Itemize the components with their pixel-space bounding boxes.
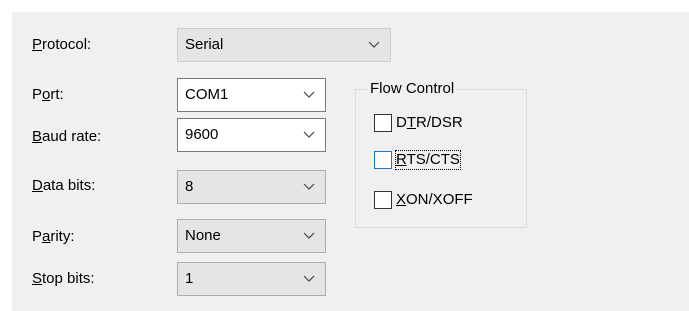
protocol-value: Serial <box>185 36 224 53</box>
parity-label: Parity: <box>32 228 75 245</box>
parity-dropdown[interactable]: None <box>177 219 326 253</box>
chevron-down-icon <box>303 232 315 239</box>
dtr-dsr-checkbox[interactable]: DTR/DSR <box>374 113 463 133</box>
xon-xoff-checkbox[interactable]: XON/XOFF <box>374 190 473 210</box>
stop-bits-dropdown[interactable]: 1 <box>177 262 326 296</box>
port-dropdown[interactable]: COM1 <box>177 78 326 112</box>
port-value: COM1 <box>185 86 229 103</box>
data-bits-dropdown[interactable]: 8 <box>177 170 326 204</box>
chevron-down-icon <box>303 275 315 282</box>
xon-xoff-label: XON/XOFF <box>396 191 473 208</box>
baud-rate-value: 9600 <box>185 126 219 143</box>
checkbox-box[interactable] <box>374 151 392 169</box>
data-bits-label: Data bits: <box>32 177 96 194</box>
checkbox-box[interactable] <box>374 191 392 209</box>
chevron-down-icon <box>368 41 380 48</box>
chevron-down-icon <box>303 183 315 190</box>
data-bits-value: 8 <box>185 178 194 195</box>
baud-rate-dropdown[interactable]: 9600 <box>177 118 326 152</box>
parity-value: None <box>185 227 221 244</box>
port-label: Port: <box>32 86 64 103</box>
stop-bits-value: 1 <box>185 270 194 287</box>
protocol-dropdown[interactable]: Serial <box>177 28 391 62</box>
stop-bits-label: Stop bits: <box>32 270 95 287</box>
chevron-down-icon <box>303 131 315 138</box>
rts-cts-label: RTS/CTS <box>395 150 461 170</box>
checkbox-box[interactable] <box>374 114 392 132</box>
dtr-dsr-label: DTR/DSR <box>396 114 463 131</box>
flow-control-legend: Flow Control <box>370 80 455 97</box>
protocol-label: Protocol: <box>32 36 92 53</box>
baud-rate-label: Baud rate: <box>32 128 102 145</box>
chevron-down-icon <box>303 91 315 98</box>
rts-cts-checkbox[interactable]: RTS/CTS <box>374 150 461 170</box>
